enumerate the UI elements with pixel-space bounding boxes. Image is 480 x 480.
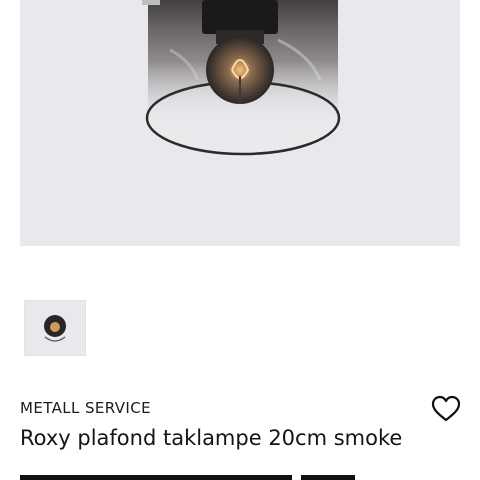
lamp-photo	[142, 0, 341, 156]
product-brand[interactable]: METALL SERVICE	[20, 399, 151, 417]
product-thumbnail[interactable]	[24, 300, 86, 356]
heart-outline-icon	[431, 395, 461, 422]
favorite-button[interactable]	[431, 395, 461, 423]
primary-action-button[interactable]	[20, 475, 292, 480]
product-title: Roxy plafond taklampe 20cm smoke	[20, 426, 403, 450]
secondary-action-button[interactable]	[301, 475, 355, 480]
lamp-thumbnail	[44, 315, 66, 342]
product-main-image[interactable]	[20, 0, 460, 246]
